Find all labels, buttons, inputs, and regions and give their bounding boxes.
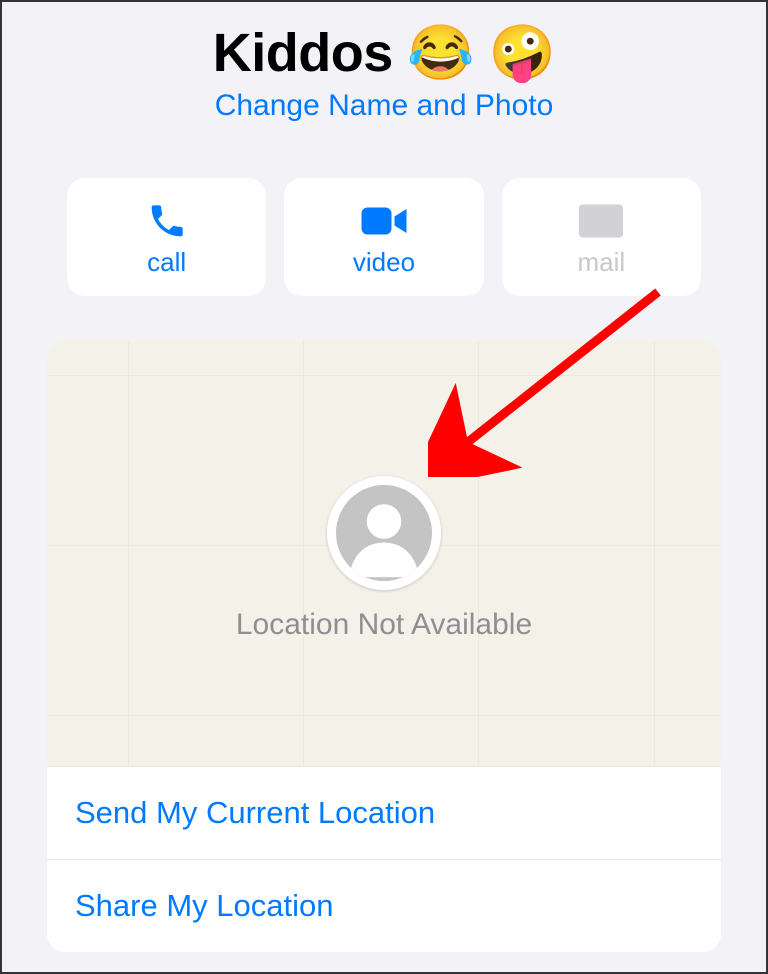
- call-button[interactable]: call: [67, 178, 266, 296]
- mail-label: mail: [577, 247, 625, 278]
- mail-button: mail: [502, 178, 701, 296]
- mail-icon: [579, 197, 623, 245]
- call-label: call: [147, 247, 186, 278]
- send-my-current-location-button[interactable]: Send My Current Location: [47, 766, 721, 859]
- video-icon: [360, 197, 408, 245]
- video-button[interactable]: video: [284, 178, 483, 296]
- phone-icon: [147, 197, 187, 245]
- person-silhouette-icon: [336, 485, 432, 581]
- contact-avatar-placeholder: [327, 476, 441, 590]
- share-my-location-button[interactable]: Share My Location: [47, 859, 721, 952]
- contact-title: Kiddos 😂 🤪: [2, 22, 766, 85]
- location-section: Location Not Available Send My Current L…: [47, 341, 721, 952]
- change-name-photo-link[interactable]: Change Name and Photo: [2, 89, 766, 123]
- location-map-placeholder: Location Not Available: [47, 341, 721, 766]
- video-label: video: [353, 247, 415, 278]
- location-status-text: Location Not Available: [236, 608, 532, 642]
